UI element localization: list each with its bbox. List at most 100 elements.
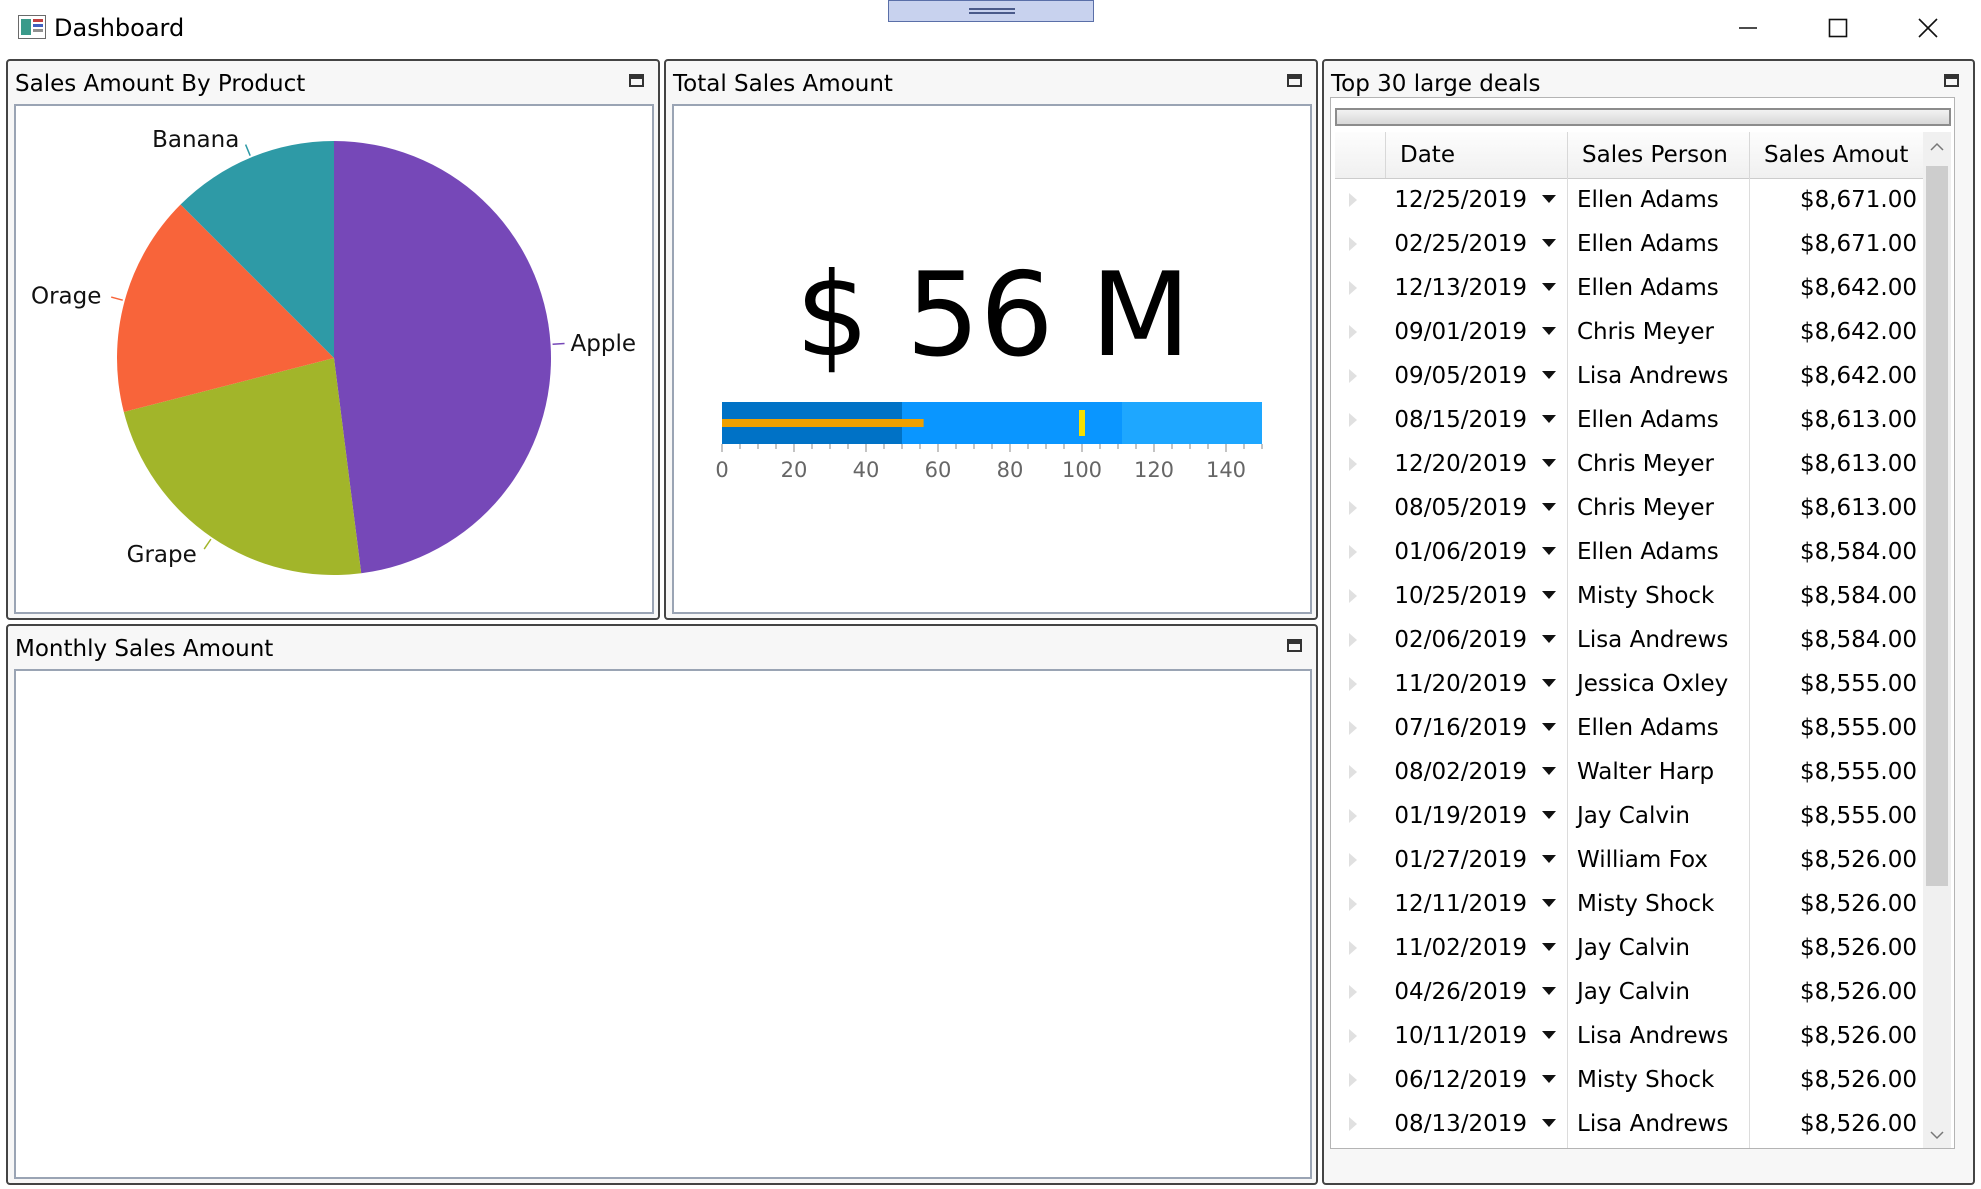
table-row[interactable]: 08/15/2019 Ellen Adams $8,613.00	[1335, 398, 1923, 442]
sales-person-cell[interactable]: Misty Shock	[1567, 574, 1749, 618]
row-header[interactable]	[1335, 706, 1385, 750]
table-row[interactable]: 10/25/2019 Misty Shock $8,584.00	[1335, 574, 1923, 618]
sales-person-cell[interactable]: Chris Meyer	[1567, 442, 1749, 486]
table-row[interactable]: 11/02/2019 Jay Calvin $8,526.00	[1335, 926, 1923, 970]
sales-amount-cell[interactable]: $8,613.00	[1749, 486, 1917, 530]
row-header[interactable]	[1335, 354, 1385, 398]
table-row[interactable]: 06/12/2019 Misty Shock $8,526.00	[1335, 1058, 1923, 1102]
sales-amount-cell[interactable]: $8,526.00	[1749, 1014, 1917, 1058]
row-header[interactable]	[1335, 178, 1385, 222]
dropdown-arrow-icon[interactable]	[1542, 415, 1556, 423]
sales-person-cell[interactable]: Ellen Adams	[1567, 178, 1749, 222]
dropdown-arrow-icon[interactable]	[1542, 855, 1556, 863]
table-row[interactable]: 12/25/2019 Ellen Adams $8,671.00	[1335, 178, 1923, 222]
sales-person-cell[interactable]: Chris Meyer	[1567, 310, 1749, 354]
sales-person-cell[interactable]: Ellen Adams	[1567, 222, 1749, 266]
row-header[interactable]	[1335, 1058, 1385, 1102]
table-row[interactable]: 08/02/2019 Walter Harp $8,555.00	[1335, 750, 1923, 794]
sales-person-cell[interactable]: Ellen Adams	[1567, 530, 1749, 574]
sales-amount-cell[interactable]: $8,526.00	[1749, 970, 1917, 1014]
table-row[interactable]: 12/13/2019 Ellen Adams $8,642.00	[1335, 266, 1923, 310]
table-row[interactable]: 02/25/2019 Ellen Adams $8,671.00	[1335, 222, 1923, 266]
sales-amount-cell[interactable]: $8,555.00	[1749, 750, 1917, 794]
minimize-button[interactable]	[1703, 0, 1793, 56]
column-header-sales-person[interactable]: Sales Person	[1567, 132, 1749, 178]
table-row[interactable]: 12/20/2019 Chris Meyer $8,613.00	[1335, 442, 1923, 486]
row-header[interactable]	[1335, 794, 1385, 838]
dropdown-arrow-icon[interactable]	[1542, 987, 1556, 995]
dropdown-arrow-icon[interactable]	[1542, 1119, 1556, 1127]
vertical-scrollbar[interactable]	[1923, 132, 1951, 1148]
dropdown-arrow-icon[interactable]	[1542, 811, 1556, 819]
dropdown-arrow-icon[interactable]	[1542, 1075, 1556, 1083]
sales-amount-cell[interactable]: $8,642.00	[1749, 354, 1917, 398]
dropdown-arrow-icon[interactable]	[1542, 547, 1556, 555]
sales-amount-cell[interactable]: $8,555.00	[1749, 706, 1917, 750]
sales-amount-cell[interactable]: $8,526.00	[1749, 1058, 1917, 1102]
table-row[interactable]: 08/13/2019 Lisa Andrews $8,526.00	[1335, 1102, 1923, 1146]
drag-grip-handle[interactable]	[888, 0, 1094, 22]
dropdown-arrow-icon[interactable]	[1542, 767, 1556, 775]
table-row[interactable]: 08/05/2019 Chris Meyer $8,613.00	[1335, 486, 1923, 530]
scrollbar-thumb[interactable]	[1926, 166, 1948, 886]
sales-amount-cell[interactable]: $8,584.00	[1749, 618, 1917, 662]
dropdown-arrow-icon[interactable]	[1542, 899, 1556, 907]
row-header[interactable]	[1335, 222, 1385, 266]
sales-person-cell[interactable]: Chris Meyer	[1567, 486, 1749, 530]
row-header[interactable]	[1335, 882, 1385, 926]
sales-amount-cell[interactable]: $8,642.00	[1749, 310, 1917, 354]
dropdown-arrow-icon[interactable]	[1542, 943, 1556, 951]
dropdown-arrow-icon[interactable]	[1542, 1031, 1556, 1039]
pie-slice-apple[interactable]	[334, 141, 552, 574]
row-header[interactable]	[1335, 970, 1385, 1014]
row-header[interactable]	[1335, 486, 1385, 530]
column-header-sales-amount[interactable]: Sales Amout	[1749, 132, 1923, 178]
dropdown-arrow-icon[interactable]	[1542, 635, 1556, 643]
table-row[interactable]: 10/31/2019 Chris M$8,526.00	[1335, 1146, 1923, 1148]
dropdown-arrow-icon[interactable]	[1542, 283, 1556, 291]
collapse-panel-icon[interactable]	[1287, 74, 1302, 87]
table-row[interactable]: 11/20/2019 Jessica Oxley $8,555.00	[1335, 662, 1923, 706]
table-row[interactable]: 09/05/2019 Lisa Andrews $8,642.00	[1335, 354, 1923, 398]
row-header[interactable]	[1335, 310, 1385, 354]
dropdown-arrow-icon[interactable]	[1542, 723, 1556, 731]
table-row[interactable]: 12/11/2019 Misty Shock $8,526.00	[1335, 882, 1923, 926]
row-header[interactable]	[1335, 662, 1385, 706]
row-header[interactable]	[1335, 266, 1385, 310]
sales-person-cell[interactable]: Ellen Adams	[1567, 398, 1749, 442]
dropdown-arrow-icon[interactable]	[1542, 503, 1556, 511]
sales-person-cell[interactable]: Jay Calvin	[1567, 926, 1749, 970]
close-button[interactable]	[1883, 0, 1973, 56]
sales-person-cell[interactable]: Ellen Adams	[1567, 266, 1749, 310]
row-header[interactable]	[1335, 926, 1385, 970]
row-header[interactable]	[1335, 618, 1385, 662]
sales-amount-cell[interactable]: $8,671.00	[1749, 178, 1917, 222]
column-header-date[interactable]: Date	[1385, 132, 1567, 178]
table-row[interactable]: 04/26/2019 Jay Calvin $8,526.00	[1335, 970, 1923, 1014]
row-header[interactable]	[1335, 574, 1385, 618]
sales-amount-cell[interactable]: $8,613.00	[1749, 442, 1917, 486]
table-row[interactable]: 07/16/2019 Ellen Adams $8,555.00	[1335, 706, 1923, 750]
sales-person-cell[interactable]: Jay Calvin	[1567, 794, 1749, 838]
row-header[interactable]	[1335, 838, 1385, 882]
collapse-panel-icon[interactable]	[629, 74, 644, 87]
sales-person-cell[interactable]: Lisa Andrews	[1567, 618, 1749, 662]
row-header[interactable]	[1335, 530, 1385, 574]
table-row[interactable]: 01/19/2019 Jay Calvin $8,555.00	[1335, 794, 1923, 838]
table-row[interactable]: 01/27/2019 William Fox $8,526.00	[1335, 838, 1923, 882]
sales-amount-cell[interactable]: $8,584.00	[1749, 574, 1917, 618]
sales-amount-cell[interactable]: $8,526.00	[1749, 838, 1917, 882]
sales-person-cell[interactable]: Jay Calvin	[1567, 970, 1749, 1014]
sales-amount-cell[interactable]: $8,642.00	[1749, 266, 1917, 310]
row-header[interactable]	[1335, 1146, 1385, 1148]
table-row[interactable]: 09/01/2019 Chris Meyer $8,642.00	[1335, 310, 1923, 354]
row-header[interactable]	[1335, 1102, 1385, 1146]
sales-person-cell[interactable]: Misty Shock	[1567, 1058, 1749, 1102]
collapse-panel-icon[interactable]	[1287, 639, 1302, 652]
sales-amount-cell[interactable]: $8,555.00	[1749, 662, 1917, 706]
table-row[interactable]: 10/11/2019 Lisa Andrews $8,526.00	[1335, 1014, 1923, 1058]
scroll-up-button[interactable]	[1923, 132, 1951, 162]
sales-person-cell[interactable]: Chris M	[1567, 1146, 1749, 1148]
sales-person-cell[interactable]: Ellen Adams	[1567, 706, 1749, 750]
sales-amount-cell[interactable]: $8,526.00	[1749, 882, 1917, 926]
